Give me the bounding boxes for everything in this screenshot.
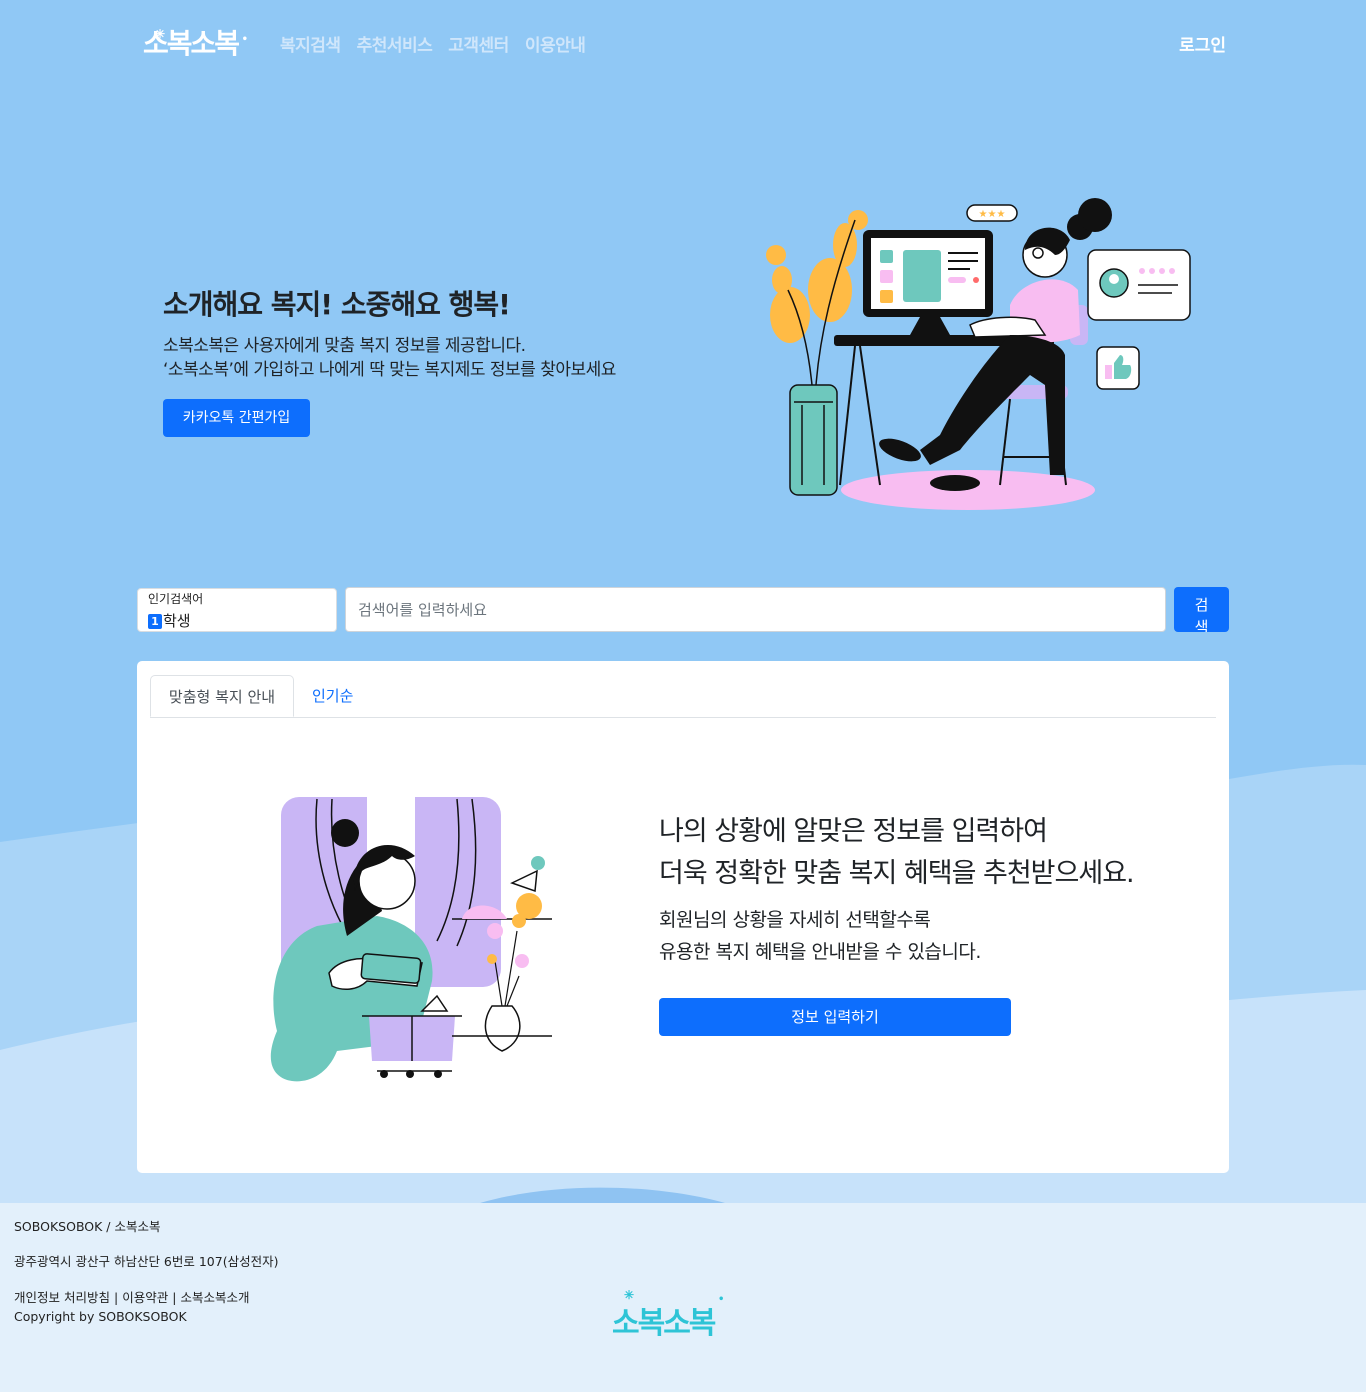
- nav-usage-guide[interactable]: 이용안내: [525, 34, 586, 58]
- tab-bar: 맞춤형 복지 안내 인기순: [150, 675, 1216, 718]
- privacy-policy-link[interactable]: 개인정보 처리방침: [14, 1288, 110, 1307]
- main-nav: 복지검색 추천서비스 고객센터 이용안내: [280, 34, 586, 58]
- kakao-signup-button[interactable]: 카카오톡 간편가입: [163, 399, 310, 437]
- footer-copyright: Copyright by SOBOKSOBOK: [14, 1309, 187, 1324]
- welfare-guide-card: 맞춤형 복지 안내 인기순 나의 상황에 알맞은 정보를 입력하여 더욱 정확한…: [137, 661, 1229, 1173]
- card-title: 나의 상황에 알맞은 정보를 입력하여 더욱 정확한 맞춤 복지 혜택을 추천받…: [659, 811, 1135, 895]
- popular-search-term: 학생: [163, 612, 191, 630]
- footer-logo[interactable]: 소복소복 ✳ •: [612, 1288, 725, 1342]
- logo-dot-icon: •: [718, 1294, 725, 1305]
- logo-star-icon: ✳: [624, 1288, 634, 1302]
- card-title-line-1: 나의 상황에 알맞은 정보를 입력하여: [659, 816, 1048, 847]
- footer-links: 개인정보 처리방침 | 이용약관 | 소복소복소개: [14, 1288, 249, 1307]
- hero-illustration: ★★★: [766, 198, 1191, 510]
- tab-popular[interactable]: 인기순: [296, 675, 369, 717]
- card-description: 회원님의 상황을 자세히 선택할수록 유용한 복지 혜택을 안내받을 수 있습니…: [659, 904, 981, 968]
- tab-custom-welfare[interactable]: 맞춤형 복지 안내: [150, 675, 294, 717]
- card-title-line-2: 더욱 정확한 맞춤 복지 혜택을 추천받으세요.: [659, 858, 1135, 889]
- logo-dot-icon: •: [241, 34, 249, 45]
- hero-subtitle: 소복소복은 사용자에게 맞춤 복지 정보를 제공합니다. ‘소복소복’에 가입하…: [163, 334, 616, 382]
- card-desc-line-1: 회원님의 상황을 자세히 선택할수록: [659, 909, 931, 931]
- card-desc-line-2: 유용한 복지 혜택을 안내받을 수 있습니다.: [659, 941, 981, 963]
- popular-search-item[interactable]: 1 학생: [148, 611, 191, 631]
- login-link[interactable]: 로그인: [1179, 34, 1226, 58]
- logo-star-icon: ✳: [155, 27, 165, 41]
- search-input[interactable]: [345, 587, 1166, 632]
- footer-separator: |: [113, 1290, 119, 1305]
- footer-brand: SOBOKSOBOK / 소복소복: [14, 1219, 161, 1234]
- nav-recommend-service[interactable]: 추천서비스: [357, 34, 433, 58]
- terms-link[interactable]: 이용약관: [122, 1288, 168, 1307]
- nav-welfare-search[interactable]: 복지검색: [280, 34, 341, 58]
- about-link[interactable]: 소복소복소개: [180, 1288, 249, 1307]
- site-logo[interactable]: 소복소복 ✳ •: [143, 24, 248, 64]
- footer: SOBOKSOBOK / 소복소복 광주광역시 광산구 하남산단 6번로 107…: [0, 1203, 1366, 1392]
- hero-sub-line-1: 소복소복은 사용자에게 맞춤 복지 정보를 제공합니다.: [163, 336, 526, 356]
- nav-customer-center[interactable]: 고객센터: [448, 34, 509, 58]
- footer-address: 광주광역시 광산구 하남산단 6번로 107(삼성전자): [14, 1254, 279, 1269]
- shopping-illustration: [270, 797, 552, 1082]
- svg-text:★★★: ★★★: [979, 209, 1006, 220]
- popular-search-box[interactable]: 인기검색어 1 학생: [137, 588, 337, 632]
- hero-title: 소개해요 복지! 소중해요 행복!: [163, 288, 511, 321]
- rank-badge: 1: [148, 613, 162, 629]
- search-button[interactable]: 검색: [1174, 587, 1229, 632]
- hero-sub-line-2: ‘소복소복’에 가입하고 나에게 딱 맞는 복지제도 정보를 찾아보세요: [163, 360, 616, 380]
- footer-separator: |: [172, 1290, 177, 1305]
- popular-search-label: 인기검색어: [148, 592, 204, 606]
- enter-info-button[interactable]: 정보 입력하기: [659, 998, 1011, 1036]
